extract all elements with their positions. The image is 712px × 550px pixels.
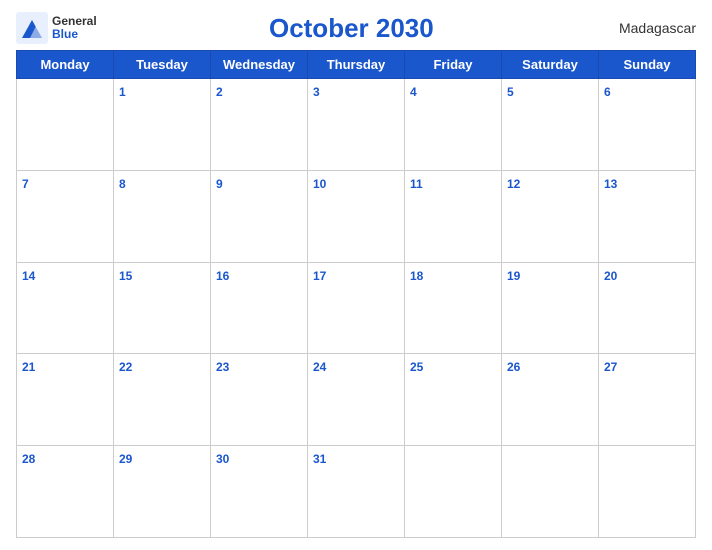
- day-number: 29: [119, 452, 132, 466]
- day-number: 22: [119, 360, 132, 374]
- day-number: 11: [410, 177, 423, 191]
- calendar-cell: 23: [211, 354, 308, 446]
- day-number: 25: [410, 360, 423, 374]
- calendar-week-row: 7 8 9 10 11 12 13: [17, 170, 696, 262]
- calendar-cell: 26: [502, 354, 599, 446]
- calendar-cell: 12: [502, 170, 599, 262]
- calendar-cell: [17, 79, 114, 171]
- calendar-cell: 3: [308, 79, 405, 171]
- day-number: 4: [410, 85, 417, 99]
- calendar-cell: 6: [599, 79, 696, 171]
- calendar-cell: 7: [17, 170, 114, 262]
- calendar-cell: 17: [308, 262, 405, 354]
- logo: General Blue: [16, 12, 97, 44]
- country-label: Madagascar: [606, 20, 696, 36]
- header-friday: Friday: [405, 51, 502, 79]
- calendar-cell: 18: [405, 262, 502, 354]
- calendar-cell: 1: [114, 79, 211, 171]
- day-number: 8: [119, 177, 126, 191]
- day-number: 30: [216, 452, 229, 466]
- header-wednesday: Wednesday: [211, 51, 308, 79]
- calendar-body: 1234567891011121314151617181920212223242…: [17, 79, 696, 538]
- calendar-cell: 30: [211, 446, 308, 538]
- calendar-cell: 13: [599, 170, 696, 262]
- day-number: 27: [604, 360, 617, 374]
- day-number: 9: [216, 177, 223, 191]
- calendar-cell: 25: [405, 354, 502, 446]
- day-number: 16: [216, 269, 229, 283]
- calendar-cell: 27: [599, 354, 696, 446]
- day-number: 21: [22, 360, 35, 374]
- calendar-page: General Blue October 2030 Madagascar Mon…: [0, 0, 712, 550]
- day-number: 24: [313, 360, 326, 374]
- day-number: 23: [216, 360, 229, 374]
- calendar-cell: 16: [211, 262, 308, 354]
- calendar-cell: 4: [405, 79, 502, 171]
- calendar-week-row: 28 29 30 31: [17, 446, 696, 538]
- calendar-cell: 21: [17, 354, 114, 446]
- calendar-week-row: 21 22 23 24 25 26 27: [17, 354, 696, 446]
- calendar-cell: 24: [308, 354, 405, 446]
- day-number: 31: [313, 452, 326, 466]
- calendar-cell: 31: [308, 446, 405, 538]
- day-number: 12: [507, 177, 520, 191]
- day-number: 18: [410, 269, 423, 283]
- calendar-cell: 28: [17, 446, 114, 538]
- day-number: 14: [22, 269, 35, 283]
- day-number: 3: [313, 85, 320, 99]
- day-number: 20: [604, 269, 617, 283]
- calendar-cell: 22: [114, 354, 211, 446]
- calendar-cell: [502, 446, 599, 538]
- header-tuesday: Tuesday: [114, 51, 211, 79]
- day-number: 26: [507, 360, 520, 374]
- calendar-cell: 9: [211, 170, 308, 262]
- calendar-week-row: 1 2 3 4 5 6: [17, 79, 696, 171]
- header-sunday: Sunday: [599, 51, 696, 79]
- calendar-cell: 20: [599, 262, 696, 354]
- day-number: 5: [507, 85, 514, 99]
- header-thursday: Thursday: [308, 51, 405, 79]
- calendar-cell: 8: [114, 170, 211, 262]
- header-monday: Monday: [17, 51, 114, 79]
- calendar-cell: 11: [405, 170, 502, 262]
- day-number: 15: [119, 269, 132, 283]
- header-saturday: Saturday: [502, 51, 599, 79]
- logo-text: General Blue: [52, 15, 97, 41]
- calendar-cell: 10: [308, 170, 405, 262]
- calendar-table: Monday Tuesday Wednesday Thursday Friday…: [16, 50, 696, 538]
- logo-icon: [16, 12, 48, 44]
- day-number: 28: [22, 452, 35, 466]
- calendar-cell: [405, 446, 502, 538]
- day-number: 1: [119, 85, 126, 99]
- weekday-header-row: Monday Tuesday Wednesday Thursday Friday…: [17, 51, 696, 79]
- calendar-cell: 15: [114, 262, 211, 354]
- day-number: 7: [22, 177, 29, 191]
- calendar-cell: [599, 446, 696, 538]
- calendar-cell: 29: [114, 446, 211, 538]
- calendar-header: Monday Tuesday Wednesday Thursday Friday…: [17, 51, 696, 79]
- day-number: 6: [604, 85, 611, 99]
- header: General Blue October 2030 Madagascar: [16, 12, 696, 44]
- day-number: 2: [216, 85, 223, 99]
- day-number: 17: [313, 269, 326, 283]
- calendar-title: October 2030: [97, 13, 606, 44]
- calendar-cell: 14: [17, 262, 114, 354]
- day-number: 10: [313, 177, 326, 191]
- day-number: 19: [507, 269, 520, 283]
- day-number: 13: [604, 177, 617, 191]
- calendar-week-row: 14 15 16 17 18 19 20: [17, 262, 696, 354]
- logo-blue-label: Blue: [52, 28, 97, 41]
- calendar-cell: 5: [502, 79, 599, 171]
- calendar-cell: 19: [502, 262, 599, 354]
- calendar-cell: 2: [211, 79, 308, 171]
